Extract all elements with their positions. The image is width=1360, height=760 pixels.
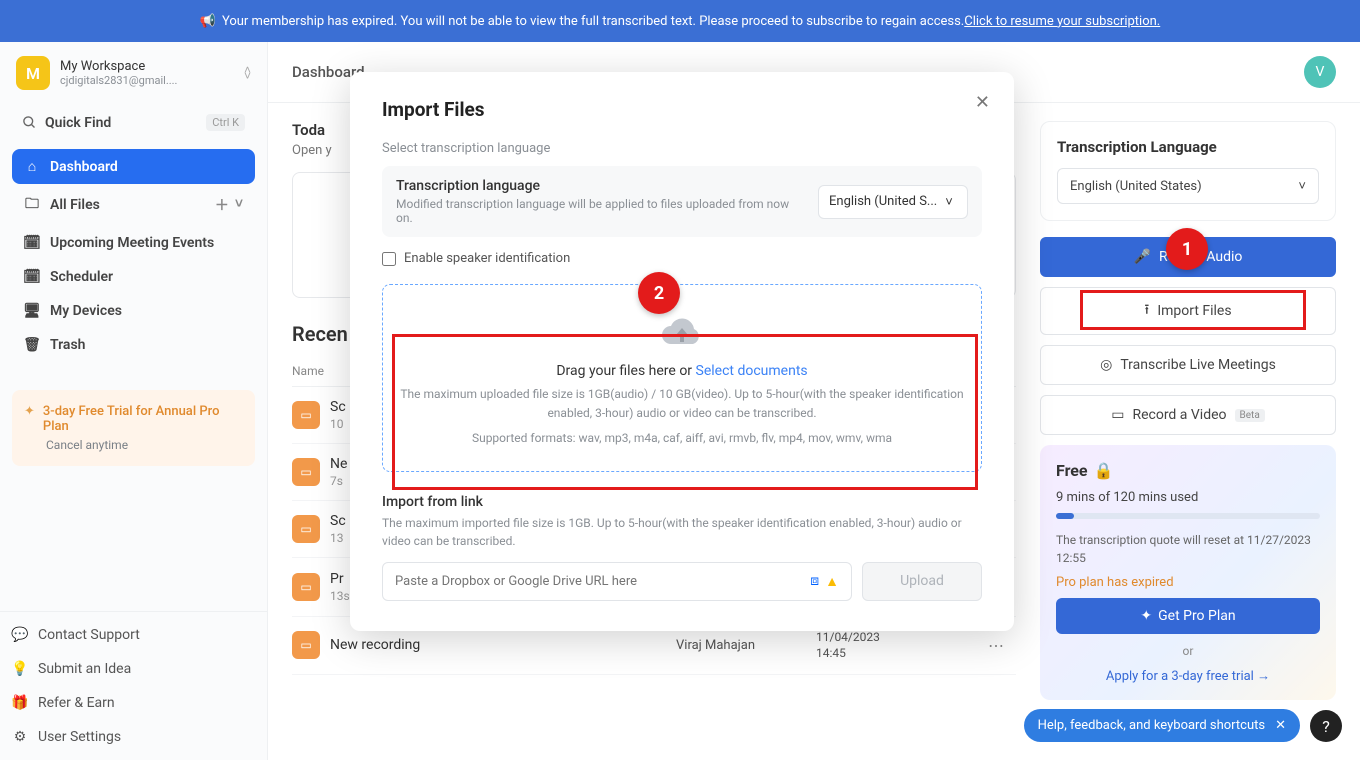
select-documents-link[interactable]: Select documents [696,363,808,379]
checkbox-label: Enable speaker identification [404,251,570,266]
cloud-upload-icon [662,315,702,349]
modal-language-row: Transcription language Modified transcri… [382,166,982,237]
modal-lang-heading: Transcription language [396,178,806,194]
banner-text: Your membership has expired. You will no… [222,14,964,29]
checkbox-input[interactable] [382,252,396,266]
link-url-input[interactable] [395,574,810,589]
modal-section-label: Select transcription language [382,141,982,156]
import-files-modal: Import Files ✕ Select transcription lang… [350,72,1014,631]
link-input-wrapper[interactable]: ⧈ ▲ [382,562,852,601]
close-icon[interactable]: ✕ [975,92,990,113]
upload-button[interactable]: Upload [862,562,982,601]
import-link-sub: The maximum imported file size is 1GB. U… [382,514,982,550]
expiry-banner: 📢 Your membership has expired. You will … [0,0,1360,42]
google-drive-icon: ▲ [825,573,839,590]
speaker-id-checkbox[interactable]: Enable speaker identification [382,251,982,266]
megaphone-icon: 📢 [200,14,216,29]
modal-lang-value: English (United S... [829,194,937,209]
file-dropzone[interactable]: Drag your files here or Select documents… [382,284,982,472]
modal-title: Import Files [382,98,982,121]
dropzone-text: Drag your files here or Select documents [399,363,965,379]
dropzone-hint-1: The maximum uploaded file size is 1GB(au… [399,385,965,423]
annotation-1: 1 [1166,228,1208,270]
dropbox-icon: ⧈ [810,573,819,590]
resume-subscription-link[interactable]: Click to resume your subscription. [964,14,1160,29]
import-link-heading: Import from link [382,494,982,510]
annotation-2: 2 [638,272,680,314]
modal-language-select[interactable]: English (United S... ˅ [818,185,968,219]
modal-lang-sub: Modified transcription language will be … [396,197,806,225]
chevron-down-icon: ˅ [945,194,953,210]
dropzone-hint-2: Supported formats: wav, mp3, m4a, caf, a… [399,429,965,448]
